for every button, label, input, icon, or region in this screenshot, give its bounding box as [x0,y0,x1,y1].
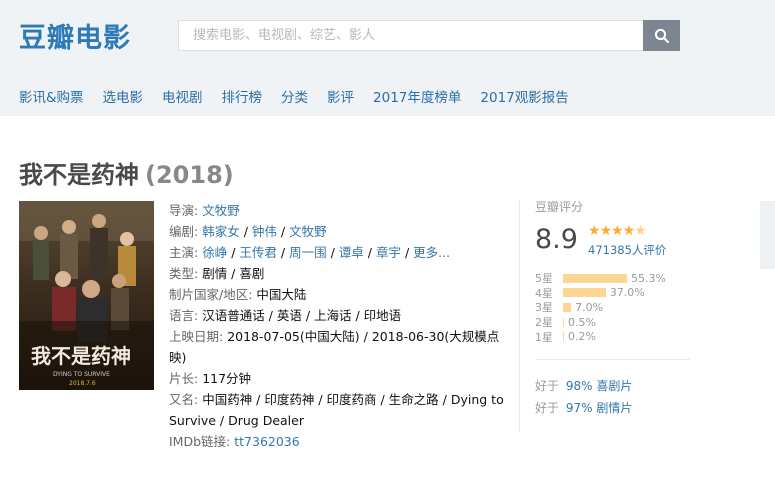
info-language: 语言: 汉语普通话 / 英语 / 上海话 / 印地语 [169,308,402,323]
poster-image: 我不是药神 DYING TO SURVIVE 2018.7.6 [19,201,154,390]
divider [535,359,690,360]
nav-item-2017-annual-list[interactable]: 2017年度榜单 [373,86,461,106]
imdb-link[interactable]: tt7362036 [234,434,299,449]
rating-dist-row: 3星 7.0% [535,300,695,315]
better-than-row: 好于 97% 剧情片 [535,401,633,415]
nav-item-reviews[interactable]: 影评 [327,86,354,106]
nav-item-categories[interactable]: 分类 [281,86,308,106]
nav-item-news-tickets[interactable]: 影讯&购票 [19,86,84,106]
rating-distribution: 5星 55.3% 4星 37.0% 3星 7.0% 2星 0.5% 1星 0.2% [535,271,695,344]
star-icon: ★ [622,223,636,239]
info-country: 制片国家/地区: 中国大陆 [169,287,307,302]
search-button[interactable] [643,20,680,51]
rating-dist-label: 3星 [535,301,553,315]
info-director: 导演: 文牧野 [169,203,240,218]
rating-dist-row: 1星 0.2% [535,329,695,344]
movie-title-text: 我不是药神 [19,161,139,189]
site-logo[interactable]: 豆瓣电影 [19,16,131,55]
star-icon: ★ [599,223,613,239]
search-box[interactable] [178,20,643,51]
country-value: 中国大陆 [256,287,307,302]
rating-dist-bar [563,288,606,298]
language-value: 汉语普通话 / 英语 / 上海话 / 印地语 [202,308,402,323]
cast-more-link[interactable]: 更多... [413,245,450,260]
rating-people-link[interactable]: 471385人评价 [588,242,666,258]
main-nav: 影讯&购票 选电影 电视剧 排行榜 分类 影评 2017年度榜单 2017观影报… [0,86,569,106]
nav-item-2017-report[interactable]: 2017观影报告 [480,86,568,106]
cast-link[interactable]: 章宇 [376,245,401,260]
rating-dist-row: 4星 37.0% [535,286,695,301]
header-bar: 豆瓣电影 影讯&购票 选电影 电视剧 排行榜 分类 影评 2017年度榜单 20… [0,0,775,116]
movie-info: 导演: 文牧野 编剧: 韩家女 / 钟伟 / 文牧野 主演: 徐峥 / 王传君 … [169,200,514,452]
rating-dist-label: 1星 [535,330,553,344]
rating-stars: ★★★★★ [588,223,647,239]
info-genre: 类型: 剧情 / 喜剧 [169,266,265,281]
rating-dist-bar [563,302,572,312]
rating-dist-bar [563,332,564,342]
cast-link[interactable]: 王传君 [239,245,277,260]
cast-link[interactable]: 徐峥 [202,245,227,260]
svg-text:DYING TO SURVIVE: DYING TO SURVIVE [53,371,110,378]
rating-label: 豆瓣评分 [535,200,584,214]
rating-dist-bar [563,273,627,283]
star-half-icon: ★ [634,223,647,239]
rating-dist-percent: 0.5% [568,315,596,329]
rating-dist-percent: 37.0% [609,286,645,300]
better-than-comedy-link[interactable]: 98% 喜剧片 [566,379,633,393]
divider [519,200,520,433]
side-panel-edge [760,201,775,269]
search-icon [654,28,669,43]
genre-value: 剧情 / 喜剧 [202,266,265,281]
rating-dist-label: 2星 [535,316,553,330]
star-icon: ★ [611,223,624,239]
rating-dist-label: 5星 [535,272,553,286]
cast-link[interactable]: 谭卓 [339,245,364,260]
nav-item-tv[interactable]: 电视剧 [162,86,203,106]
aka-value: 中国药神 / 印度药神 / 印度药商 / 生命之路 / Dying to Sur… [169,392,504,428]
writer-link[interactable]: 文牧野 [289,224,327,239]
movie-poster[interactable]: 我不是药神 DYING TO SURVIVE 2018.7.6 [19,201,154,390]
info-aka: 又名: 中国药神 / 印度药神 / 印度药商 / 生命之路 / Dying to… [169,392,504,428]
search-input[interactable] [179,21,643,50]
writer-link[interactable]: 韩家女 [202,224,240,239]
info-imdb: IMDb链接: tt7362036 [169,434,300,449]
director-link[interactable]: 文牧野 [202,203,240,218]
info-writers: 编剧: 韩家女 / 钟伟 / 文牧野 [169,224,327,239]
better-than-row: 好于 98% 喜剧片 [535,379,633,393]
rating-dist-row: 2星 0.5% [535,315,695,330]
nav-item-select-movie[interactable]: 选电影 [103,86,144,106]
svg-text:2018.7.6: 2018.7.6 [69,380,96,387]
movie-title: 我不是药神 (2018) [19,155,234,190]
info-cast: 主演: 徐峥 / 王传君 / 周一围 / 谭卓 / 章宇 / 更多... [169,245,451,260]
info-release: 上映日期: 2018-07-05(中国大陆) / 2018-06-30(大规模点… [169,329,500,365]
better-than-drama-link[interactable]: 97% 剧情片 [566,401,633,415]
rating-dist-percent: 55.3% [631,271,666,285]
movie-year: (2018) [145,161,234,189]
rating-score: 8.9 [535,224,578,255]
runtime-value: 117分钟 [202,371,252,386]
info-runtime: 片长: 117分钟 [169,371,252,386]
rating-dist-bar [563,317,564,327]
rating-dist-row: 5星 55.3% [535,271,695,286]
writer-link[interactable]: 钟伟 [252,224,277,239]
poster-title-text: 我不是药神 [31,344,131,368]
nav-item-charts[interactable]: 排行榜 [222,86,263,106]
star-icon: ★ [588,223,601,239]
rating-panel: 豆瓣评分 8.9 ★★★★★ 471385人评价 5星 55.3% 4星 37.0% 3… [535,198,695,344]
rating-dist-percent: 0.2% [568,330,596,344]
rating-dist-label: 4星 [535,286,553,300]
rating-dist-percent: 7.0% [575,300,604,314]
cast-link[interactable]: 周一围 [289,245,327,260]
